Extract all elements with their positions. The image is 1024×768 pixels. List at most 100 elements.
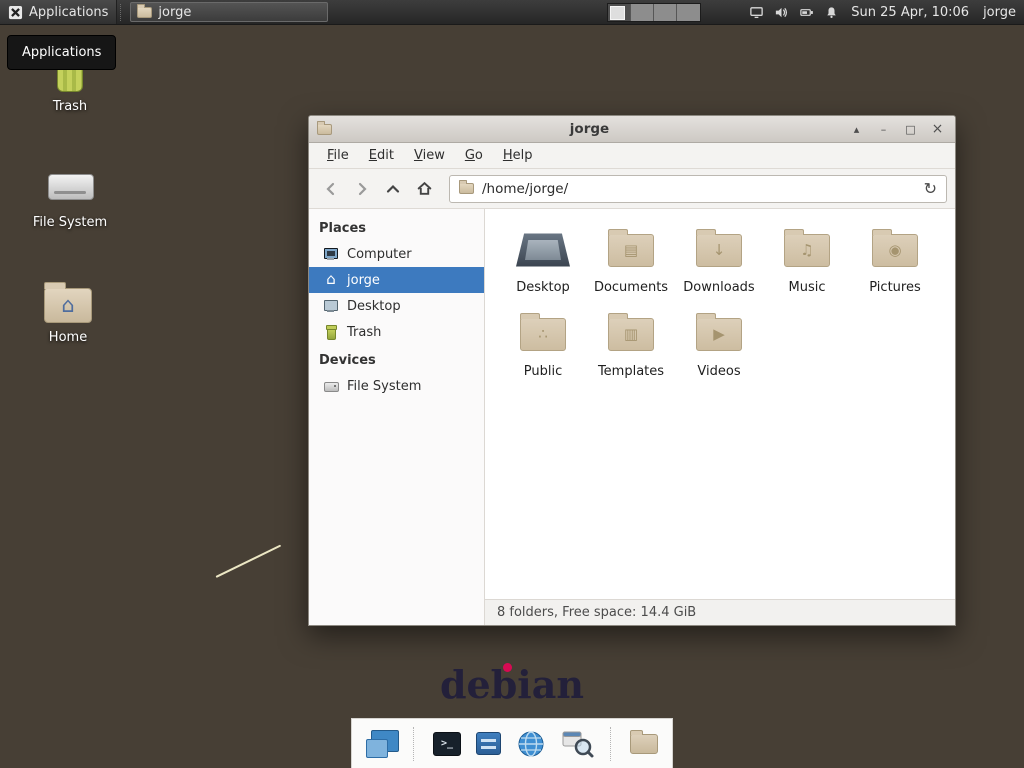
downloads-folder-icon: ↓ xyxy=(696,234,742,267)
panel-handle[interactable] xyxy=(120,4,125,21)
home-folder-icon: ⌂ xyxy=(44,288,92,323)
top-panel: Applications jorge Sun 25 Apr xyxy=(0,0,1024,25)
sidebar: Places Computer ⌂ jorge Desktop Trash De… xyxy=(309,209,485,625)
menu-edit[interactable]: Edit xyxy=(359,145,404,166)
applications-menu-label: Applications xyxy=(29,5,108,20)
display-icon[interactable] xyxy=(749,5,764,20)
stray-line-artifact xyxy=(216,545,282,578)
pictures-folder-icon: ◉ xyxy=(872,234,918,267)
desktop-icon-label: File System xyxy=(33,215,107,230)
applications-tooltip: Applications xyxy=(7,35,116,70)
close-button[interactable]: × xyxy=(928,116,947,143)
minimize-button[interactable]: – xyxy=(874,116,893,143)
home-icon: ⌂ xyxy=(323,272,339,288)
desktop-icon[interactable] xyxy=(366,730,398,758)
folder-item-music[interactable]: ♫ Music xyxy=(763,223,851,295)
status-bar: 8 folders, Free space: 14.4 GiB xyxy=(485,599,955,625)
folder-item-documents[interactable]: ▤ Documents xyxy=(587,223,675,295)
document-emblem-icon: ▤ xyxy=(624,243,638,258)
templates-folder-icon: ▥ xyxy=(608,318,654,351)
up-button[interactable] xyxy=(379,175,407,203)
terminal-icon[interactable] xyxy=(433,732,461,756)
menu-view[interactable]: View xyxy=(404,145,455,166)
dock-handle[interactable] xyxy=(413,727,418,761)
menu-go[interactable]: Go xyxy=(455,145,493,166)
home-button[interactable] xyxy=(410,175,438,203)
file-grid: Desktop ▤ Documents ↓ Downloads ♫ Music xyxy=(485,209,955,599)
workspace-switcher xyxy=(607,3,701,22)
sidebar-header-devices: Devices xyxy=(309,345,484,373)
sidebar-item-trash[interactable]: Trash xyxy=(309,319,484,345)
desktop-special-icon xyxy=(516,232,570,268)
power-icon[interactable] xyxy=(799,5,814,20)
folder-item-public[interactable]: ∴ Public xyxy=(499,307,587,379)
window-body: Places Computer ⌂ jorge Desktop Trash De… xyxy=(309,209,955,625)
sidebar-item-file-system[interactable]: File System xyxy=(309,373,484,399)
volume-icon[interactable] xyxy=(774,5,789,20)
workspace-2[interactable] xyxy=(631,4,654,21)
drive-icon xyxy=(46,166,94,208)
back-button[interactable] xyxy=(317,175,345,203)
debian-wordmark: debian xyxy=(440,662,584,707)
chevron-right-icon xyxy=(354,181,370,197)
sidebar-item-computer[interactable]: Computer xyxy=(309,241,484,267)
folder-item-videos[interactable]: ▶ Videos xyxy=(675,307,763,379)
folder-item-desktop[interactable]: Desktop xyxy=(499,223,587,295)
dock-panel xyxy=(351,718,673,768)
desktop-icon-file-system[interactable]: File System xyxy=(24,166,116,230)
folder-icon xyxy=(459,183,474,194)
sidebar-item-desktop[interactable]: Desktop xyxy=(309,293,484,319)
panel-clock[interactable]: Sun 25 Apr, 10:06 xyxy=(851,5,969,20)
folder-icon xyxy=(137,7,152,18)
folder-label: Desktop xyxy=(516,280,570,295)
template-emblem-icon: ▥ xyxy=(624,327,638,342)
camera-emblem-icon: ◉ xyxy=(888,243,901,258)
notifications-icon[interactable] xyxy=(824,5,839,20)
reload-button[interactable]: ↻ xyxy=(924,181,937,197)
user-menu[interactable]: jorge xyxy=(983,5,1016,20)
house-emblem-icon: ⌂ xyxy=(61,295,74,316)
taskbar-button-label: jorge xyxy=(158,5,191,20)
folder-label: Public xyxy=(524,364,562,379)
web-browser-icon[interactable] xyxy=(516,729,546,759)
shade-button[interactable]: ▴ xyxy=(847,116,866,143)
status-text: 8 folders, Free space: 14.4 GiB xyxy=(497,605,696,620)
folder-label: Documents xyxy=(594,280,668,295)
tooltip-text: Applications xyxy=(22,45,101,60)
app-finder-icon[interactable] xyxy=(561,729,595,759)
taskbar-button-jorge[interactable]: jorge xyxy=(130,2,328,22)
applications-menu-button[interactable]: Applications xyxy=(0,0,117,24)
menu-file[interactable]: File xyxy=(317,145,359,166)
file-manager-icon[interactable] xyxy=(630,734,658,754)
forward-button[interactable] xyxy=(348,175,376,203)
window-icon xyxy=(317,124,332,135)
text-editor-icon[interactable] xyxy=(476,732,501,755)
workspace-4[interactable] xyxy=(677,4,700,21)
file-manager-window: jorge ▴ – □ × File Edit View Go Help xyxy=(308,115,956,626)
chevron-left-icon xyxy=(323,181,339,197)
desktop-icon-home[interactable]: ⌂ Home xyxy=(22,288,114,345)
folder-item-templates[interactable]: ▥ Templates xyxy=(587,307,675,379)
dock-handle[interactable] xyxy=(610,727,615,761)
window-titlebar[interactable]: jorge ▴ – □ × xyxy=(309,116,955,143)
chevron-up-icon xyxy=(385,181,401,197)
debian-logo: debian xyxy=(0,662,1024,707)
menu-help[interactable]: Help xyxy=(493,145,543,166)
folder-item-pictures[interactable]: ◉ Pictures xyxy=(851,223,939,295)
menubar: File Edit View Go Help xyxy=(309,143,955,169)
applications-menu-icon xyxy=(8,5,23,20)
folder-label: Music xyxy=(789,280,826,295)
path-text: /home/jorge/ xyxy=(482,181,568,197)
toolbar: /home/jorge/ ↻ xyxy=(309,169,955,209)
maximize-button[interactable]: □ xyxy=(901,116,920,143)
workspace-3[interactable] xyxy=(654,4,677,21)
sidebar-item-label: Desktop xyxy=(347,299,401,314)
path-bar[interactable]: /home/jorge/ ↻ xyxy=(449,175,947,203)
sidebar-item-jorge[interactable]: ⌂ jorge xyxy=(309,267,484,293)
folder-label: Pictures xyxy=(869,280,920,295)
share-emblem-icon: ∴ xyxy=(538,327,548,342)
folder-item-downloads[interactable]: ↓ Downloads xyxy=(675,223,763,295)
window-title: jorge xyxy=(340,121,839,137)
workspace-1[interactable] xyxy=(608,4,631,21)
music-emblem-icon: ♫ xyxy=(800,243,813,258)
